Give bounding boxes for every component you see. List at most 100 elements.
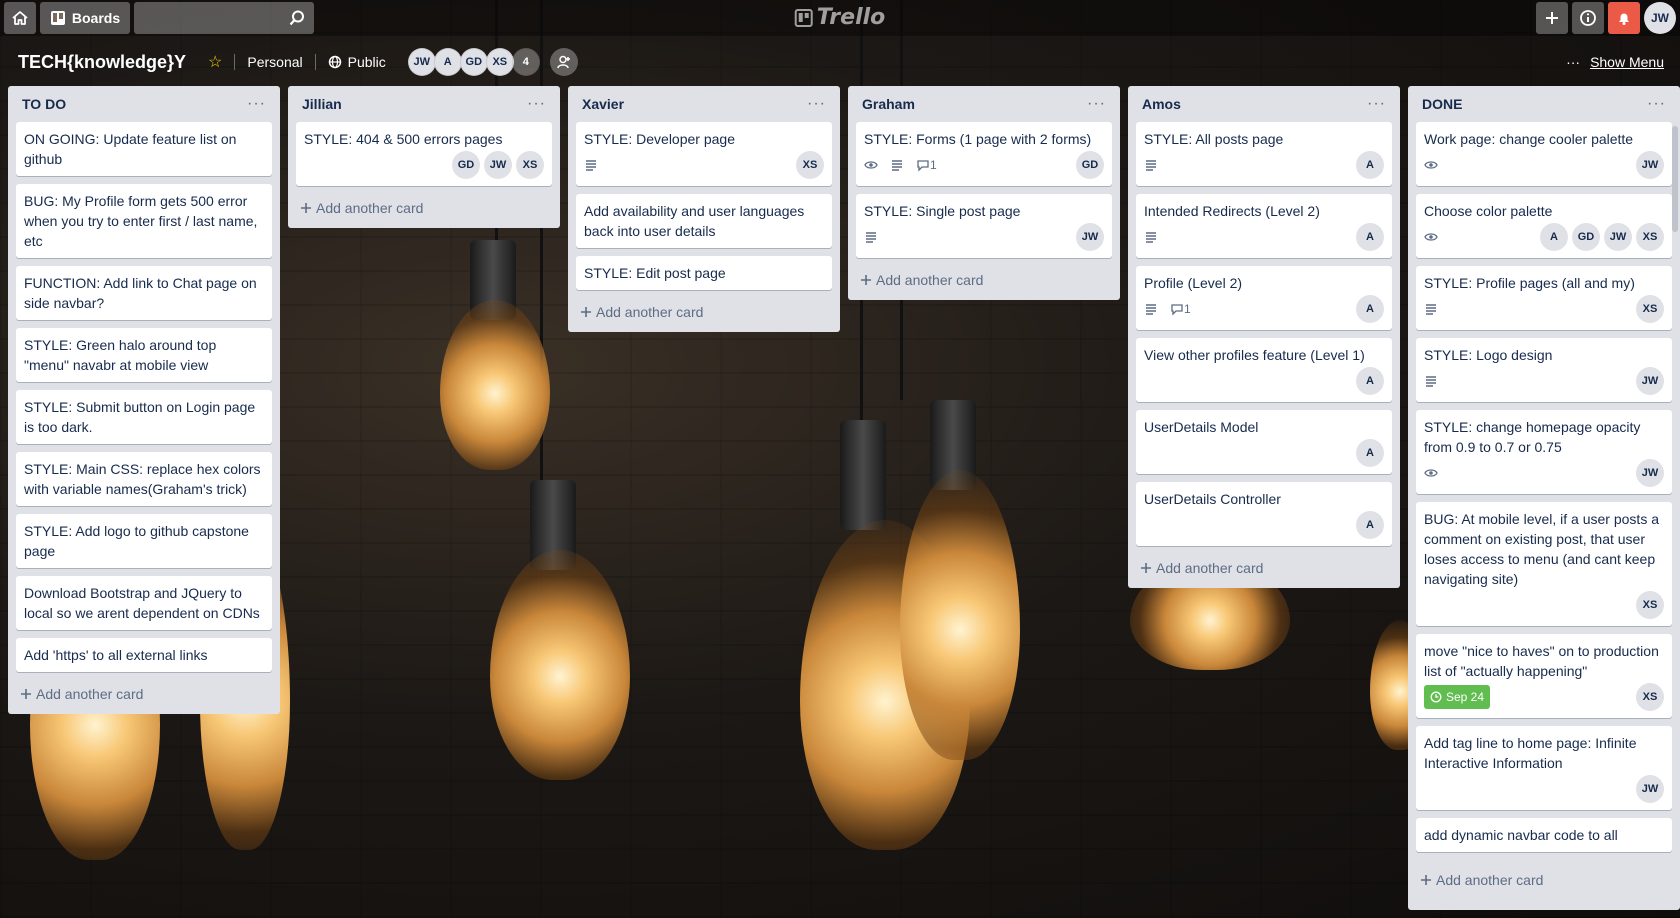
card[interactable]: STYLE: Forms (1 page with 2 forms) 1 GD [856, 122, 1112, 186]
card[interactable]: STYLE: Single post page JW [856, 194, 1112, 258]
list-to-do[interactable]: TO DO ··· ON GOING: Update feature list on… [8, 86, 280, 714]
card[interactable]: STYLE: 404 & 500 errors pages GD JW XS [296, 122, 552, 186]
card[interactable]: Intended Redirects (Level 2) A [1136, 194, 1392, 258]
card[interactable]: BUG: At mobile level, if a user posts a … [1416, 502, 1672, 626]
member-avatar[interactable]: XS [485, 48, 514, 76]
card[interactable]: Download Bootstrap and JQuery to local s… [16, 576, 272, 630]
list-header[interactable]: Jillian ··· [296, 86, 552, 122]
card[interactable]: View other profiles feature (Level 1) A [1136, 338, 1392, 402]
info-button[interactable] [1572, 2, 1604, 34]
member-avatar[interactable]: JW [1636, 367, 1664, 395]
member-avatar[interactable]: JW [1636, 151, 1664, 179]
list-header[interactable]: Graham ··· [856, 86, 1112, 122]
member-avatar[interactable]: JW [484, 151, 512, 179]
card[interactable]: STYLE: Add logo to github capstone page [16, 514, 272, 568]
search-input[interactable] [134, 2, 314, 34]
member-avatar[interactable]: A [1356, 439, 1384, 467]
list-header[interactable]: Xavier ··· [576, 86, 832, 122]
show-menu-button[interactable]: ··· Show Menu [1566, 54, 1664, 70]
search-icon[interactable] [288, 9, 306, 27]
card[interactable]: STYLE: Edit post page [576, 256, 832, 290]
card[interactable]: STYLE: Logo design JW [1416, 338, 1672, 402]
add-card-button[interactable]: Add another card [296, 194, 552, 222]
team-button[interactable]: Personal [247, 54, 302, 70]
member-avatar[interactable]: A [1356, 511, 1384, 539]
member-avatar[interactable]: JW [1604, 223, 1632, 251]
list-title[interactable]: Graham [862, 96, 915, 112]
list-menu-icon[interactable]: ··· [1367, 95, 1386, 113]
notifications-button[interactable] [1608, 2, 1640, 34]
card[interactable]: add dynamic navbar code to all [1416, 818, 1672, 852]
member-avatar[interactable]: GD [1076, 151, 1104, 179]
list-title[interactable]: DONE [1422, 96, 1462, 112]
member-avatar[interactable]: GD [459, 48, 488, 76]
list-menu-icon[interactable]: ··· [807, 95, 826, 113]
list-jillian[interactable]: Jillian ··· STYLE: 404 & 500 errors pages G… [288, 86, 560, 228]
list-amos[interactable]: Amos ··· STYLE: All posts page A Intended Re… [1128, 86, 1400, 588]
visibility-button[interactable]: Public [328, 54, 386, 70]
list-title[interactable]: Xavier [582, 96, 624, 112]
card[interactable]: Profile (Level 2) 1A [1136, 266, 1392, 330]
invite-button[interactable] [549, 48, 578, 76]
add-card-button[interactable]: Add another card [16, 680, 272, 708]
member-avatar[interactable]: JW [1076, 223, 1104, 251]
boards-button[interactable]: Boards [40, 2, 130, 34]
card[interactable]: STYLE: All posts page A [1136, 122, 1392, 186]
card[interactable]: STYLE: Developer page XS [576, 122, 832, 186]
member-avatar[interactable]: A [1356, 223, 1384, 251]
add-card-button[interactable]: Add another card [856, 266, 1112, 294]
member-avatar[interactable]: GD [452, 151, 480, 179]
card[interactable]: STYLE: Submit button on Login page is to… [16, 390, 272, 444]
card[interactable]: UserDetails Model A [1136, 410, 1392, 474]
list-header[interactable]: TO DO ··· [16, 86, 272, 122]
card[interactable]: STYLE: Main CSS: replace hex colors with… [16, 452, 272, 506]
add-card-button[interactable]: Add another card [1416, 866, 1672, 894]
card[interactable]: Add tag line to home page: Infinite Inte… [1416, 726, 1672, 810]
list-graham[interactable]: Graham ··· STYLE: Forms (1 page with 2 for… [848, 86, 1120, 300]
member-avatar[interactable]: JW [1636, 775, 1664, 803]
add-card-button[interactable]: Add another card [1136, 554, 1392, 582]
list-done[interactable]: DONE ··· Work page: change cooler palette J… [1408, 86, 1680, 910]
member-avatar[interactable]: XS [516, 151, 544, 179]
list-menu-icon[interactable]: ··· [527, 95, 546, 113]
home-button[interactable] [4, 2, 36, 34]
member-avatar[interactable]: XS [1636, 295, 1664, 323]
due-date-badge[interactable]: Sep 24 [1424, 685, 1491, 709]
list-menu-icon[interactable]: ··· [247, 95, 266, 113]
card[interactable]: STYLE: Green halo around top "menu" nava… [16, 328, 272, 382]
list-xavier[interactable]: Xavier ··· STYLE: Developer page XS Add avai… [568, 86, 840, 332]
member-overflow-count[interactable]: 4 [511, 48, 540, 76]
list-menu-icon[interactable]: ··· [1087, 95, 1106, 113]
member-avatar[interactable]: JW [1636, 459, 1664, 487]
member-avatar[interactable]: A [1356, 367, 1384, 395]
list-header[interactable]: DONE ··· [1416, 86, 1672, 122]
list-scrollbar[interactable] [1672, 126, 1678, 232]
list-title[interactable]: Jillian [302, 96, 342, 112]
member-avatar[interactable]: XS [1636, 591, 1664, 619]
member-avatar[interactable]: A [1540, 223, 1568, 251]
card[interactable]: STYLE: change homepage opacity from 0.9 … [1416, 410, 1672, 494]
member-avatar[interactable]: A [433, 48, 462, 76]
card[interactable]: Choose color palette A GD JW XS [1416, 194, 1672, 258]
trello-logo[interactable]: Trello [794, 5, 885, 30]
card[interactable]: STYLE: Profile pages (all and my) XS [1416, 266, 1672, 330]
add-card-button[interactable]: Add another card [576, 298, 832, 326]
card[interactable]: ON GOING: Update feature list on github [16, 122, 272, 176]
member-avatar[interactable]: XS [1636, 683, 1664, 711]
member-avatar[interactable]: XS [1636, 223, 1664, 251]
card[interactable]: UserDetails Controller A [1136, 482, 1392, 546]
card[interactable]: FUNCTION: Add link to Chat page on side … [16, 266, 272, 320]
star-icon[interactable]: ☆ [208, 52, 222, 72]
list-menu-icon[interactable]: ··· [1647, 95, 1666, 113]
list-title[interactable]: TO DO [22, 96, 66, 112]
create-button[interactable] [1536, 2, 1568, 34]
search-field[interactable] [134, 2, 314, 34]
list-title[interactable]: Amos [1142, 96, 1181, 112]
member-avatar[interactable]: A [1356, 295, 1384, 323]
board-title[interactable]: TECH{knowledge}Y [18, 52, 186, 73]
member-avatar[interactable]: XS [796, 151, 824, 179]
member-avatar[interactable]: A [1356, 151, 1384, 179]
card[interactable]: BUG: My Profile form gets 500 error when… [16, 184, 272, 258]
card[interactable]: Work page: change cooler palette JW [1416, 122, 1672, 186]
user-avatar[interactable]: JW [1644, 2, 1676, 34]
